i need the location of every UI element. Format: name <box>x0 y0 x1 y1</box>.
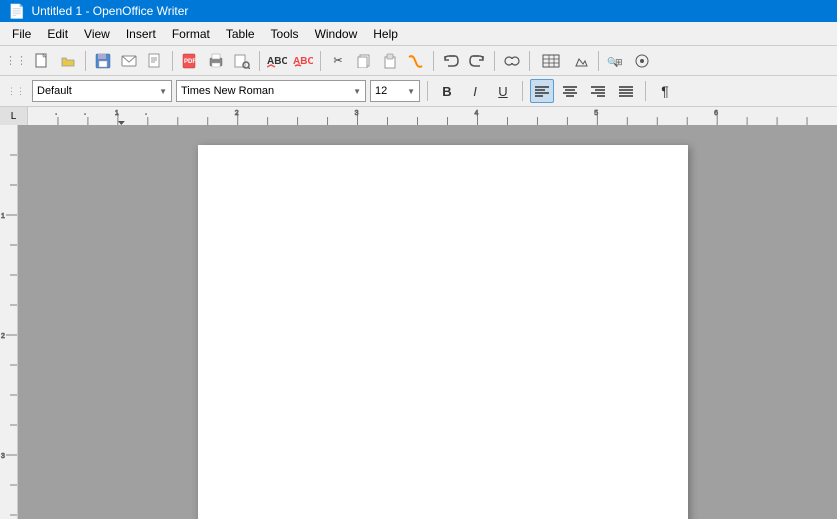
menu-file[interactable]: File <box>4 25 39 43</box>
ruler-container: L · · 1 · 2 3 4 <box>0 107 837 125</box>
svg-text:⊞: ⊞ <box>615 57 623 67</box>
sep4 <box>320 51 321 71</box>
menu-format[interactable]: Format <box>164 25 218 43</box>
svg-text:·: · <box>84 111 86 118</box>
svg-text:1: 1 <box>1 213 5 220</box>
redo-button[interactable] <box>465 49 489 73</box>
paragraph-button[interactable]: ¶ <box>653 79 677 103</box>
style-select-label: Default <box>37 85 72 97</box>
autocorrect-button[interactable]: ABC <box>291 49 315 73</box>
undo-button[interactable] <box>439 49 463 73</box>
font-select-label: Times New Roman <box>181 85 274 97</box>
ruler-corner[interactable]: L <box>0 107 28 125</box>
sep2 <box>172 51 173 71</box>
font-dropdown-arrow: ▼ <box>353 87 361 96</box>
fmt-sep3 <box>645 81 646 101</box>
print-button[interactable] <box>204 49 228 73</box>
app-icon: 📄 <box>8 3 25 20</box>
preview-button[interactable] <box>230 49 254 73</box>
menu-help[interactable]: Help <box>365 25 406 43</box>
menu-table[interactable]: Table <box>218 25 263 43</box>
style-dropdown-arrow: ▼ <box>159 87 167 96</box>
align-left-button[interactable] <box>530 79 554 103</box>
svg-text:PDF: PDF <box>184 59 196 65</box>
document-page[interactable] <box>198 145 688 519</box>
toolbar2-grip: ⋮⋮ <box>4 79 28 103</box>
svg-text:3: 3 <box>1 453 5 460</box>
size-dropdown-arrow: ▼ <box>407 87 415 96</box>
svg-text:·: · <box>145 111 147 118</box>
paragraph-style-select[interactable]: Default ▼ <box>32 80 172 102</box>
spellcheck-button[interactable]: ABC <box>265 49 289 73</box>
menu-view[interactable]: View <box>76 25 118 43</box>
window-title: Untitled 1 - OpenOffice Writer <box>31 4 188 18</box>
justify-button[interactable] <box>614 79 638 103</box>
font-name-select[interactable]: Times New Roman ▼ <box>176 80 366 102</box>
toolbar-grip: ⋮⋮ <box>4 49 28 73</box>
edit-doc-button[interactable] <box>143 49 167 73</box>
menu-window[interactable]: Window <box>307 25 366 43</box>
svg-text:2: 2 <box>1 333 5 340</box>
align-right-button[interactable] <box>586 79 610 103</box>
paste-button[interactable] <box>378 49 402 73</box>
sep5 <box>433 51 434 71</box>
title-bar: 📄 Untitled 1 - OpenOffice Writer <box>0 0 837 22</box>
svg-text:·: · <box>55 111 57 118</box>
svg-text:3: 3 <box>355 110 359 117</box>
font-size-select[interactable]: 12 ▼ <box>370 80 420 102</box>
new-button[interactable] <box>30 49 54 73</box>
menu-tools[interactable]: Tools <box>263 25 307 43</box>
open-button[interactable] <box>56 49 80 73</box>
right-margin-area <box>688 145 837 519</box>
sep3 <box>259 51 260 71</box>
italic-button[interactable]: I <box>463 79 487 103</box>
document-area[interactable] <box>18 125 837 519</box>
menu-insert[interactable]: Insert <box>118 25 164 43</box>
sep7 <box>529 51 530 71</box>
cut-button[interactable]: ✂ <box>326 49 350 73</box>
formatting-toolbar: ⋮⋮ Default ▼ Times New Roman ▼ 12 ▼ B I … <box>0 76 837 106</box>
align-center-button[interactable] <box>558 79 582 103</box>
svg-text:5: 5 <box>594 110 598 117</box>
vertical-ruler: 1 2 3 <box>0 125 18 519</box>
menu-edit[interactable]: Edit <box>39 25 76 43</box>
svg-text:1: 1 <box>115 110 119 117</box>
bold-button[interactable]: B <box>435 79 459 103</box>
menu-bar: File Edit View Insert Format Table Tools… <box>0 22 837 46</box>
fmt-sep1 <box>427 81 428 101</box>
save-button[interactable] <box>91 49 115 73</box>
clone-format-button[interactable] <box>404 49 428 73</box>
hyperlink-button[interactable] <box>500 49 524 73</box>
sep8 <box>598 51 599 71</box>
main-area: 1 2 3 <box>0 125 837 519</box>
copy-button[interactable] <box>352 49 376 73</box>
navigator-button[interactable] <box>630 49 654 73</box>
find-bar-button[interactable]: 🔍⊞ <box>604 49 628 73</box>
svg-text:6: 6 <box>714 110 718 117</box>
main-toolbar-area: ⋮⋮ PDF ABC ABC <box>0 46 837 107</box>
horizontal-ruler: · · 1 · 2 3 4 5 <box>28 107 837 125</box>
size-select-label: 12 <box>375 85 387 97</box>
email-button[interactable] <box>117 49 141 73</box>
draw-button[interactable] <box>569 49 593 73</box>
underline-button[interactable]: U <box>491 79 515 103</box>
export-pdf-button[interactable]: PDF <box>178 49 202 73</box>
sep6 <box>494 51 495 71</box>
toolbar-1: ⋮⋮ PDF ABC ABC <box>0 46 837 76</box>
svg-text:2: 2 <box>235 110 239 117</box>
insert-table-button[interactable] <box>535 49 567 73</box>
sep1 <box>85 51 86 71</box>
svg-text:4: 4 <box>474 110 478 117</box>
fmt-sep2 <box>522 81 523 101</box>
